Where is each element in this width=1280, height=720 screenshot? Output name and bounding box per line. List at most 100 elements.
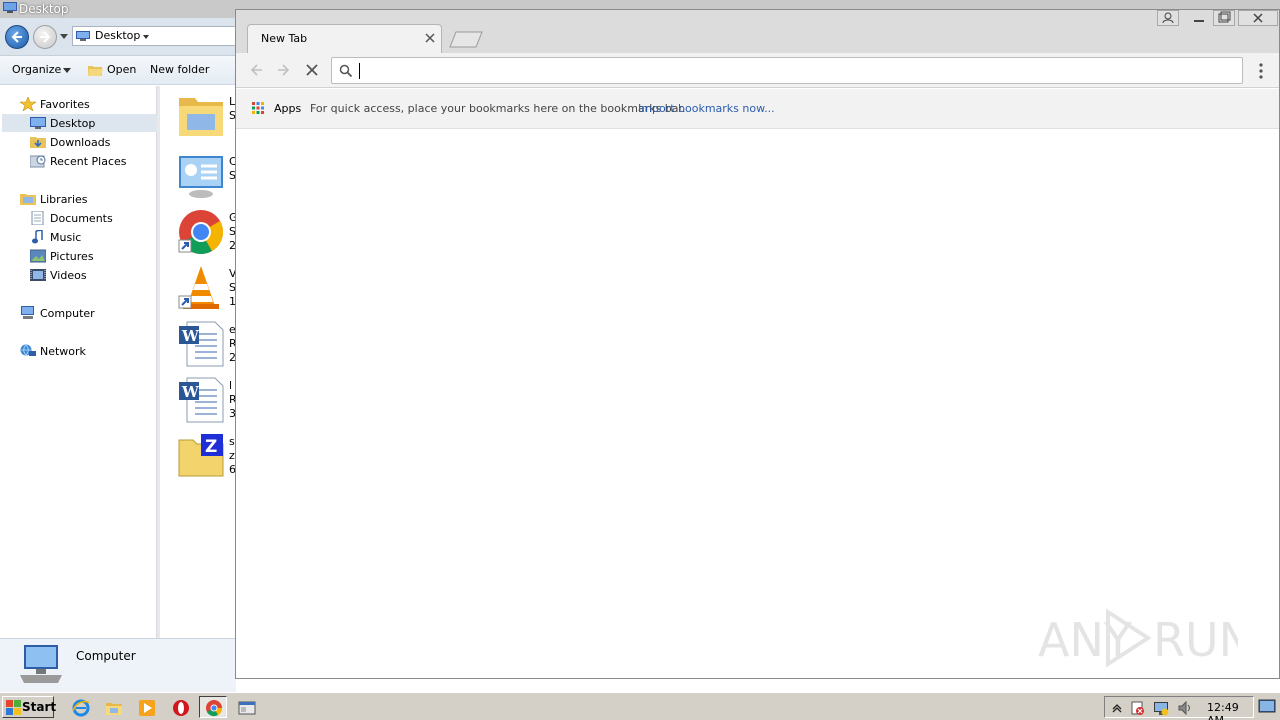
star-icon (20, 97, 36, 111)
explorer-toolbar: Organize Open New folder (0, 56, 236, 85)
nav-pictures[interactable]: Pictures (30, 247, 94, 265)
chrome-window: New Tab Apps For quick access, place you… (235, 9, 1280, 679)
details-title: Computer (76, 649, 136, 663)
file-list-pane: L S C S G S 2 V S 1 W e R 2 W l R 3 Z s … (160, 86, 238, 638)
computer-icon (21, 306, 34, 319)
file-item[interactable]: G S 2 (177, 208, 238, 260)
nav-documents[interactable]: Documents (30, 209, 113, 227)
file-item[interactable]: W l R 3 (177, 376, 237, 428)
computer-icon (20, 645, 62, 683)
nav-downloads[interactable]: Downloads (30, 133, 110, 151)
tab-strip[interactable]: New Tab (236, 10, 1279, 53)
window-icon (238, 701, 256, 715)
anyrun-watermark: ANY RUN (1038, 608, 1253, 668)
svg-text:Z: Z (205, 437, 217, 457)
back-arrow-icon[interactable] (248, 62, 264, 78)
folder-icon (106, 703, 122, 715)
nav-desktop[interactable]: Desktop (2, 114, 157, 132)
omnibox[interactable] (331, 57, 1243, 84)
videos-icon (30, 269, 46, 281)
nav-computer[interactable]: Computer (20, 304, 95, 322)
forward-button[interactable] (33, 25, 57, 49)
stop-loading-icon[interactable] (304, 62, 320, 78)
address-box[interactable]: Desktop (72, 26, 242, 46)
import-bookmarks-link[interactable]: Import bookmarks now... (638, 102, 775, 115)
file-item[interactable]: L S (177, 92, 237, 144)
desktop-icon (3, 2, 17, 13)
text-caret (359, 63, 360, 79)
navigation-pane: Favorites Desktop Downloads Recent Place… (0, 86, 157, 638)
open-button[interactable]: Open (107, 63, 136, 76)
browser-toolbar (236, 53, 1279, 88)
internet-explorer-icon (72, 699, 90, 717)
address-dropdown-icon[interactable] (143, 35, 149, 39)
taskbar: Start 12:49 AM (0, 692, 1280, 720)
file-item[interactable]: Z s z 6 (177, 432, 237, 484)
forward-arrow-icon[interactable] (276, 62, 292, 78)
menu-dots-icon[interactable] (1255, 63, 1267, 79)
nav-recent-places[interactable]: Recent Places (30, 152, 127, 170)
file-item[interactable]: C S (177, 152, 237, 204)
back-button[interactable] (5, 25, 29, 49)
close-button[interactable] (1238, 10, 1278, 26)
desktop-icon (30, 117, 46, 129)
svg-text:W: W (181, 383, 200, 401)
network-status-icon[interactable] (1153, 700, 1169, 716)
taskbar-chrome[interactable] (199, 696, 227, 718)
new-folder-button[interactable]: New folder (150, 63, 209, 76)
file-item[interactable]: W e R 2 (177, 320, 237, 372)
desktop-icon (76, 31, 90, 41)
minimize-button[interactable] (1188, 10, 1210, 26)
clock[interactable]: 12:49 AM (1207, 701, 1253, 720)
restore-button[interactable] (1213, 10, 1235, 26)
chevron-down-icon[interactable] (60, 34, 68, 40)
control-panel-icon (179, 156, 223, 198)
nav-label: Desktop (50, 116, 96, 130)
file-item[interactable]: V S 1 (177, 264, 237, 316)
organize-button[interactable]: Organize (12, 63, 61, 76)
zip-archive-icon: Z (178, 434, 224, 477)
system-tray: 12:49 AM (1104, 696, 1254, 720)
chevron-up-icon[interactable] (1109, 700, 1125, 716)
nav-network[interactable]: Network (20, 342, 86, 360)
music-note-icon (32, 230, 43, 244)
tab-new-tab[interactable]: New Tab (247, 24, 442, 53)
volume-icon[interactable] (1177, 700, 1193, 716)
chevron-down-icon[interactable] (63, 68, 71, 73)
nav-label: Documents (50, 211, 113, 225)
taskbar-media-player[interactable] (132, 696, 160, 718)
nav-videos[interactable]: Videos (30, 266, 87, 284)
close-icon[interactable] (424, 32, 436, 44)
apps-grid-icon[interactable] (252, 102, 264, 114)
nav-label: Videos (50, 268, 87, 282)
svg-text:W: W (181, 327, 200, 345)
nav-label: Favorites (40, 97, 90, 111)
svg-text:RUN: RUN (1153, 613, 1238, 667)
start-button[interactable]: Start (2, 696, 56, 718)
explorer-title: Desktop (19, 2, 69, 16)
details-pane: Computer (0, 638, 236, 692)
chrome-icon (206, 700, 223, 717)
search-icon (339, 64, 353, 78)
nav-music[interactable]: Music (30, 228, 81, 246)
show-desktop-icon[interactable] (1258, 697, 1276, 715)
omnibox-input[interactable] (358, 61, 1198, 80)
new-tab-button[interactable] (449, 31, 483, 48)
nav-favorites[interactable]: Favorites (20, 95, 90, 113)
profile-icon[interactable] (1157, 10, 1179, 26)
libraries-icon (20, 194, 36, 205)
tab-title: New Tab (261, 32, 308, 45)
page-content[interactable] (236, 130, 1279, 678)
nav-label: Recent Places (50, 154, 127, 168)
taskbar-ie[interactable] (66, 696, 94, 718)
nav-label: Libraries (40, 192, 88, 206)
nav-label: Computer (40, 306, 95, 320)
taskbar-window[interactable] (232, 696, 260, 718)
downloads-folder-icon (30, 137, 46, 148)
action-center-icon[interactable] (1129, 700, 1145, 716)
apps-link[interactable]: Apps (274, 102, 301, 115)
nav-libraries[interactable]: Libraries (20, 190, 88, 208)
word-doc-icon: W (179, 377, 224, 423)
taskbar-explorer[interactable] (99, 696, 127, 718)
taskbar-opera[interactable] (166, 696, 194, 718)
